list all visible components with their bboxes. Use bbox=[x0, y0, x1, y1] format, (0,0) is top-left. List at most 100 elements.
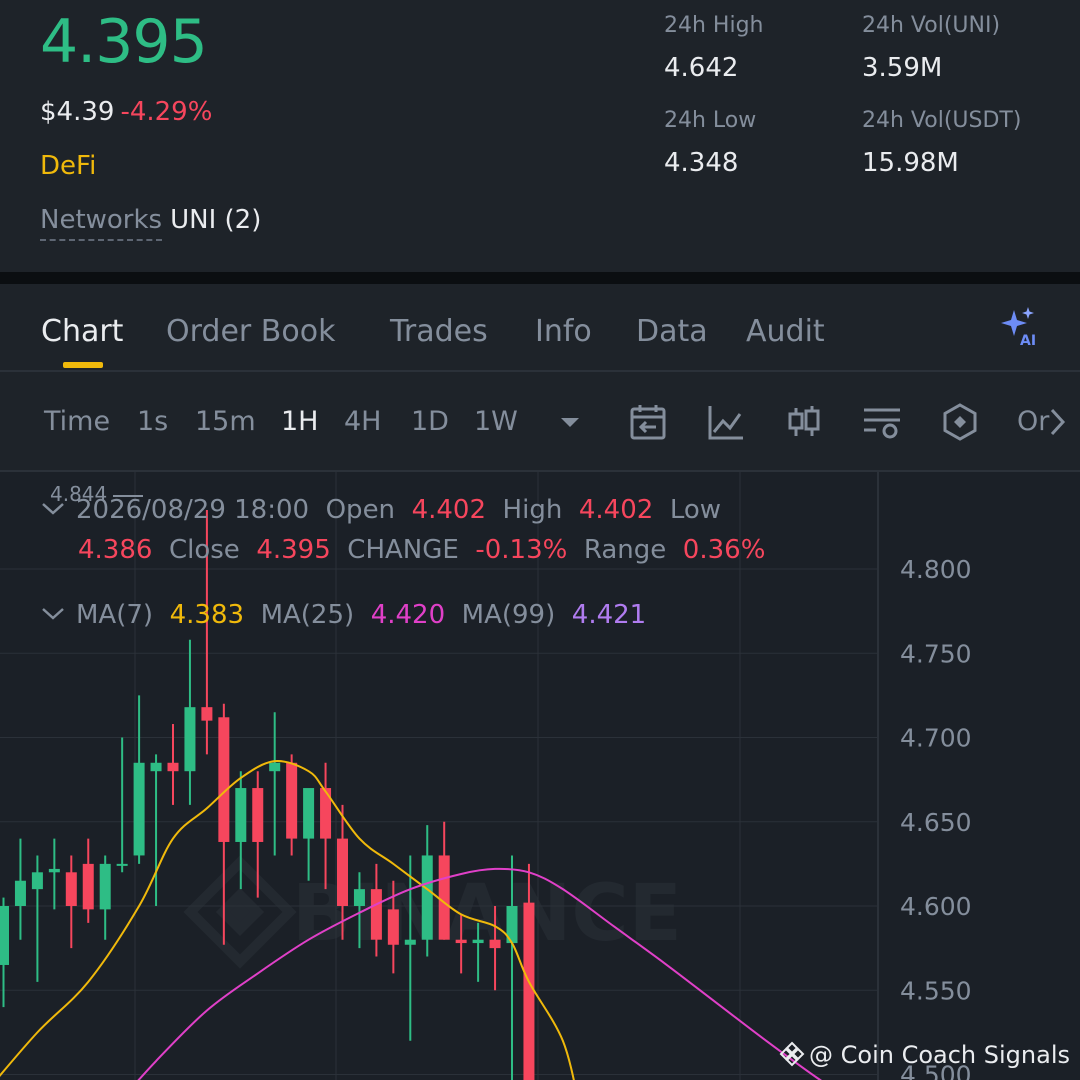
candle-body bbox=[353, 889, 365, 906]
stat-label-24h-vol-usdt: 24h Vol(USDT) bbox=[862, 108, 1022, 133]
candle-body bbox=[370, 889, 382, 940]
chevron-right-icon[interactable] bbox=[1044, 402, 1070, 442]
candle-body bbox=[252, 788, 264, 842]
chevron-down-icon[interactable] bbox=[40, 495, 66, 521]
candle-body bbox=[48, 868, 60, 873]
market-header: 4.395 $4.39 -4.29% DeFi Networks UNI (2) 2… bbox=[0, 0, 1080, 272]
category-tag[interactable]: DeFi bbox=[40, 148, 96, 184]
candle-body bbox=[184, 707, 196, 772]
stat-label-24h-low: 24h Low bbox=[664, 108, 757, 133]
section-divider bbox=[0, 272, 1080, 284]
networks-value[interactable]: UNI (2) bbox=[170, 205, 261, 235]
indicator-settings-icon[interactable] bbox=[862, 402, 902, 442]
y-axis-ticks: 4.8004.7504.7004.6504.6004.5504.500 bbox=[900, 555, 972, 1080]
dropdown-caret-icon[interactable] bbox=[550, 402, 590, 442]
ma-row: MA(7) 4.383 MA(25) 4.420 MA(99) 4.421 bbox=[40, 597, 646, 633]
open-value: 4.402 bbox=[411, 495, 487, 525]
candle-body bbox=[167, 762, 179, 772]
ma99-label: MA(99) bbox=[461, 600, 556, 630]
tab-order-book[interactable]: Order Book bbox=[166, 312, 335, 352]
stat-value-24h-vol-uni: 3.59M bbox=[862, 53, 943, 83]
candle-body bbox=[387, 909, 399, 945]
stat-label-24h-high: 24h High bbox=[664, 13, 764, 38]
ai-sparkle-icon[interactable]: AI bbox=[1000, 306, 1044, 346]
range-label: Range bbox=[583, 535, 667, 565]
candle-body bbox=[472, 939, 484, 944]
tab-data[interactable]: Data bbox=[636, 312, 708, 352]
calendar-icon[interactable] bbox=[628, 402, 668, 442]
last-price: 4.395 bbox=[40, 7, 208, 77]
stat-value-24h-high: 4.642 bbox=[664, 53, 739, 83]
candlestick-icon[interactable] bbox=[784, 402, 824, 442]
change-value: -0.13% bbox=[475, 535, 568, 565]
stat-value-24h-low: 4.348 bbox=[664, 148, 739, 178]
timeframe-1d[interactable]: 1D bbox=[411, 404, 449, 440]
ohlc-row-1: 2026/08/29 18:00 Open 4.402 High 4.402 L… bbox=[40, 492, 721, 528]
watermark-brand-text: BINANCE bbox=[292, 869, 682, 959]
active-tab-indicator bbox=[63, 362, 103, 368]
y-tick-label: 4.800 bbox=[900, 555, 972, 584]
y-tick-label: 4.600 bbox=[900, 892, 972, 921]
candle-body bbox=[14, 880, 26, 906]
y-tick-label: 4.550 bbox=[900, 976, 972, 1005]
candle-body bbox=[523, 902, 535, 1080]
y-tick-label: 4.650 bbox=[900, 808, 972, 837]
binance-logo-icon bbox=[779, 1041, 805, 1067]
candle-body bbox=[235, 788, 247, 842]
candle-body bbox=[65, 872, 77, 906]
candle-body bbox=[82, 863, 94, 910]
price-chart[interactable]: BINANCE 4.800 4.750 4.700 4.650 4.600 4.550 4.… bbox=[0, 472, 1080, 1080]
tab-audit[interactable]: Audit bbox=[746, 312, 825, 352]
stat-label-24h-vol-uni: 24h Vol(UNI) bbox=[862, 13, 1001, 38]
chevron-down-icon[interactable] bbox=[40, 600, 66, 626]
networks-label[interactable]: Networks bbox=[40, 205, 163, 241]
timeframe-1h[interactable]: 1H bbox=[281, 404, 318, 440]
tab-chart[interactable]: Chart bbox=[41, 312, 123, 352]
timeframe-1w[interactable]: 1W bbox=[474, 404, 518, 440]
channel-watermark: @ Coin Coach Signals bbox=[779, 1040, 1070, 1070]
stat-value-24h-vol-usdt: 15.98M bbox=[862, 148, 959, 178]
y-tick-label: 4.750 bbox=[900, 639, 972, 668]
ai-label: AI bbox=[1020, 333, 1036, 346]
open-label: Open bbox=[325, 495, 396, 525]
candle-datetime: 2026/08/29 18:00 bbox=[76, 495, 310, 525]
candle-body bbox=[303, 788, 315, 839]
candle-body bbox=[455, 939, 467, 944]
ma25-value: 4.420 bbox=[370, 600, 446, 630]
candle-body bbox=[269, 762, 281, 772]
timeframe-time[interactable]: Time bbox=[44, 404, 110, 440]
candle-body bbox=[31, 872, 43, 890]
range-value: 0.36% bbox=[682, 535, 766, 565]
tab-trades[interactable]: Trades bbox=[390, 312, 488, 352]
timeframe-1s[interactable]: 1s bbox=[137, 404, 168, 440]
price-change-percent: -4.29% bbox=[120, 97, 213, 127]
timeframe-4h[interactable]: 4H bbox=[344, 404, 381, 440]
tab-info[interactable]: Info bbox=[535, 312, 592, 352]
ma7-label: MA(7) bbox=[76, 600, 154, 630]
hexagon-icon[interactable] bbox=[940, 402, 980, 442]
networks-row[interactable]: Networks UNI (2) bbox=[40, 202, 261, 241]
close-label: Close bbox=[168, 535, 240, 565]
low-label: Low bbox=[669, 495, 722, 525]
y-tick-label: 4.700 bbox=[900, 724, 972, 753]
candle-body bbox=[201, 707, 213, 721]
ma25-label: MA(25) bbox=[260, 600, 355, 630]
candle-body bbox=[218, 717, 230, 842]
binance-watermark: BINANCE bbox=[183, 855, 682, 969]
usd-price: $4.39 bbox=[40, 97, 115, 127]
candle-body bbox=[150, 762, 162, 772]
candle-body bbox=[421, 855, 433, 940]
low-value: 4.386 bbox=[78, 535, 153, 565]
watermark-text: @ Coin Coach Signals bbox=[809, 1041, 1070, 1069]
candle-body bbox=[133, 762, 145, 856]
line-chart-icon[interactable] bbox=[706, 402, 746, 442]
candle-body bbox=[404, 939, 416, 945]
candle-body bbox=[116, 863, 128, 866]
candle-body bbox=[337, 838, 348, 906]
ma99-value: 4.421 bbox=[571, 600, 647, 630]
candle-body bbox=[99, 863, 111, 910]
candle-body bbox=[489, 939, 501, 949]
usd-price-row: $4.39 -4.29% bbox=[40, 94, 212, 130]
close-value: 4.395 bbox=[256, 535, 331, 565]
timeframe-15m[interactable]: 15m bbox=[195, 404, 256, 440]
